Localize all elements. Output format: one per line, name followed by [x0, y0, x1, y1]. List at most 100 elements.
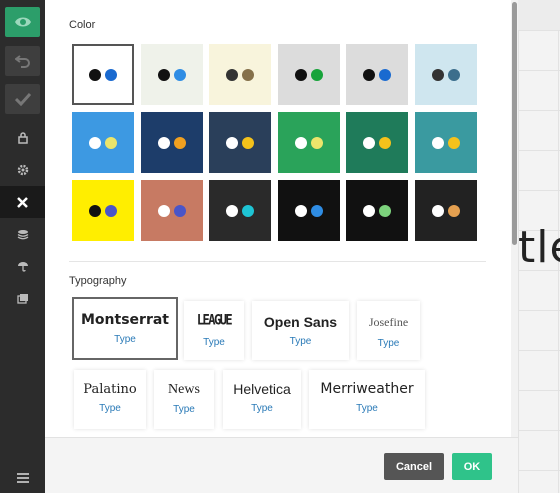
accent-color-dot	[242, 68, 254, 81]
umbrella-icon	[17, 262, 28, 272]
ok-button[interactable]: OK	[452, 453, 492, 480]
font-name: Helvetica	[233, 381, 291, 397]
close-icon	[17, 196, 28, 208]
eye-icon	[14, 17, 31, 27]
font-option-league[interactable]: LEAGUE Type	[184, 301, 244, 360]
color-swatch[interactable]	[346, 44, 408, 105]
font-option-josefine[interactable]: Josefine Type	[357, 301, 420, 360]
primary-color-dot	[89, 204, 101, 217]
font-option-palatino[interactable]: Palatino Type	[74, 370, 146, 429]
typography-section-title: Typography	[69, 275, 127, 287]
color-swatch[interactable]	[141, 180, 203, 241]
color-swatch[interactable]	[209, 44, 271, 105]
primary-color-dot	[363, 68, 375, 81]
font-type-label: Type	[203, 337, 225, 348]
toolbar-settings[interactable]	[0, 154, 45, 186]
panel-footer: Cancel OK	[45, 437, 518, 493]
font-option-news[interactable]: News Type	[154, 370, 214, 429]
color-swatch[interactable]	[415, 112, 477, 173]
hamburger-icon	[16, 473, 29, 483]
color-swatch[interactable]	[278, 44, 340, 105]
font-type-label: Type	[114, 334, 136, 345]
accent-color-dot	[379, 204, 391, 217]
font-type-label: Type	[356, 403, 378, 414]
color-swatch[interactable]	[209, 180, 271, 241]
accent-color-dot	[448, 68, 460, 81]
color-swatch[interactable]	[415, 180, 477, 241]
primary-color-dot	[363, 204, 375, 217]
section-divider	[69, 261, 486, 262]
canvas-area: tle	[518, 0, 560, 493]
toolbar-layers[interactable]	[0, 218, 45, 250]
color-swatch[interactable]	[415, 44, 477, 105]
primary-color-dot	[295, 136, 307, 149]
font-option-merriweather[interactable]: Merriweather Type	[309, 370, 425, 429]
panel-scrollbar[interactable]	[511, 0, 518, 437]
color-swatch[interactable]	[346, 180, 408, 241]
cancel-button[interactable]: Cancel	[384, 453, 444, 480]
accent-color-dot	[311, 204, 323, 217]
accent-color-dot	[311, 68, 323, 81]
font-name: Josefine	[368, 315, 409, 329]
primary-color-dot	[226, 136, 238, 149]
primary-color-dot	[295, 68, 307, 81]
preview-button[interactable]	[5, 7, 40, 37]
color-swatch[interactable]	[346, 112, 408, 173]
check-icon	[14, 92, 31, 106]
primary-color-dot	[295, 204, 307, 217]
accent-color-dot	[448, 136, 460, 149]
color-swatch[interactable]	[278, 180, 340, 241]
color-swatch[interactable]	[72, 180, 134, 241]
accent-color-dot	[242, 204, 254, 217]
color-swatch[interactable]	[141, 44, 203, 105]
color-swatch[interactable]	[141, 112, 203, 173]
accent-color-dot	[311, 136, 323, 149]
font-name: Open Sans	[263, 314, 338, 330]
primary-color-dot	[89, 136, 101, 149]
primary-color-dot	[432, 136, 444, 149]
accent-color-dot	[105, 68, 117, 81]
font-type-label: Type	[289, 336, 312, 347]
primary-color-dot	[158, 68, 170, 81]
font-name: LEAGUE	[196, 311, 233, 329]
font-option-open-sans[interactable]: Open Sans Type	[252, 301, 349, 360]
left-toolbar	[0, 0, 51, 493]
primary-color-dot	[363, 136, 375, 149]
color-swatch[interactable]	[72, 112, 134, 173]
accent-color-dot	[105, 204, 117, 217]
font-type-label: Type	[173, 404, 195, 415]
color-swatch[interactable]	[72, 44, 134, 105]
color-swatch[interactable]	[278, 112, 340, 173]
menu-button[interactable]	[0, 463, 45, 493]
accent-color-dot	[174, 204, 186, 217]
save-button[interactable]	[5, 84, 40, 114]
panel-content: Color Typography Montserrat Type LEAGUE …	[45, 0, 518, 437]
font-option-montserrat[interactable]: Montserrat Type	[72, 297, 178, 360]
font-name: Palatino	[83, 382, 137, 397]
toolbar-umbrella[interactable]	[0, 250, 45, 282]
accent-color-dot	[242, 136, 254, 149]
primary-color-dot	[432, 204, 444, 217]
lock-icon	[17, 132, 28, 144]
scrollbar-thumb[interactable]	[512, 2, 517, 245]
color-swatch[interactable]	[209, 112, 271, 173]
primary-color-dot	[158, 204, 170, 217]
font-type-label: Type	[377, 338, 400, 349]
primary-color-dot	[226, 204, 238, 217]
undo-button[interactable]	[5, 46, 40, 76]
canvas-title-text: tle	[518, 222, 560, 273]
accent-color-dot	[174, 136, 186, 149]
primary-color-dot	[158, 136, 170, 149]
primary-color-dot	[432, 68, 444, 81]
accent-color-dot	[379, 136, 391, 149]
toolbar-close[interactable]	[0, 186, 51, 218]
toolbar-lock[interactable]	[0, 122, 45, 154]
font-name: News	[168, 382, 200, 397]
font-name: Montserrat	[81, 312, 169, 328]
color-section-title: Color	[69, 19, 96, 31]
accent-color-dot	[105, 136, 117, 149]
canvas-page: tle	[518, 30, 560, 493]
font-option-helvetica[interactable]: Helvetica Type	[223, 370, 301, 429]
font-type-label: Type	[251, 403, 273, 414]
toolbar-pages[interactable]	[0, 282, 45, 314]
